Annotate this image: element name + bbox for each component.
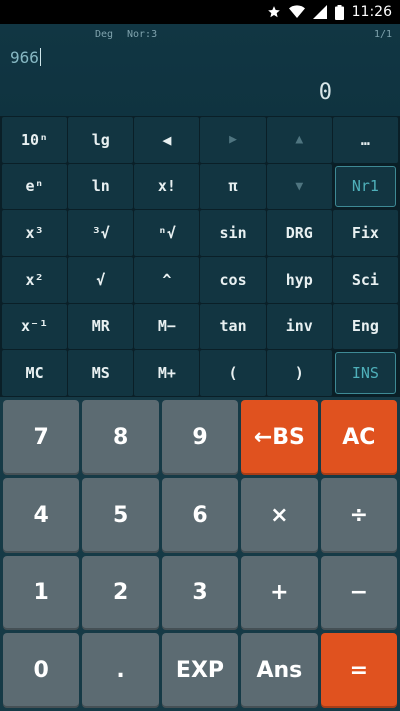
sin-button[interactable]: sin [200,210,266,256]
memory-clear-button[interactable]: MC [2,350,68,396]
nr1-button[interactable]: Nr1 [334,165,396,208]
cursor-right-button[interactable]: ▶ [200,117,266,163]
page-indicator: 1/1 [373,29,392,40]
battery-icon [334,4,344,20]
memory-minus-button[interactable]: M− [134,303,200,350]
cursor-left-button[interactable]: ◀ [134,117,200,163]
signal-icon [312,5,327,19]
memory-plus-button[interactable]: M+ [134,350,200,396]
drg-button[interactable]: DRG [266,210,332,256]
log10-button[interactable]: lg [68,117,134,163]
equals-button[interactable]: = [320,633,397,708]
angle-mode-indicator: Deg [95,29,114,40]
digit-3-button[interactable]: 3 [161,555,239,631]
digit-6-button[interactable]: 6 [161,477,239,553]
square-button[interactable]: x² [2,257,68,303]
exp-e-button[interactable]: eⁿ [2,163,68,210]
cursor-up-button[interactable]: ▲ [266,117,332,163]
format-mode-indicator: Nor:3 [127,29,158,40]
digit-7-button[interactable]: 7 [3,400,80,475]
close-paren-button[interactable]: ) [266,350,332,396]
tan-button[interactable]: tan [200,303,266,350]
sqrt-button[interactable]: √ [68,257,134,303]
digit-5-button[interactable]: 5 [82,477,159,553]
expression-text: 966 [10,48,39,67]
pow10-button[interactable]: 10ⁿ [2,117,68,163]
reciprocal-button[interactable]: x⁻¹ [2,303,68,350]
ln-button[interactable]: ln [68,163,134,210]
digit-4-button[interactable]: 4 [3,477,80,553]
status-bar: 11:26 [0,0,400,24]
memory-recall-button[interactable]: MR [68,303,134,350]
answer-button[interactable]: Ans [241,633,318,708]
expression-input[interactable]: 966 [10,48,41,67]
function-keypad: 10ⁿ lg ◀ ▶ ▲ … eⁿ ln x! π ▼ Nr1 x³ ³√ ⁿ√… [0,116,400,397]
minus-button[interactable]: − [320,555,397,631]
cube-button[interactable]: x³ [2,210,68,256]
more-button[interactable]: … [332,117,398,163]
digit-2-button[interactable]: 2 [82,555,159,631]
nth-root-button[interactable]: ⁿ√ [134,210,200,256]
wifi-icon [288,5,305,19]
divide-button[interactable]: ÷ [320,477,397,553]
plus-button[interactable]: + [241,555,318,631]
pi-button[interactable]: π [200,163,266,210]
multiply-button[interactable]: × [241,477,318,553]
text-cursor [39,48,41,66]
digit-0-button[interactable]: 0 [3,633,80,708]
all-clear-button[interactable]: AC [320,400,397,475]
star-icon [267,5,281,19]
power-button[interactable]: ^ [134,257,200,303]
factorial-button[interactable]: x! [134,163,200,210]
cube-root-button[interactable]: ³√ [68,210,134,256]
digit-8-button[interactable]: 8 [82,400,159,475]
clock: 11:26 [351,4,392,20]
exp-button[interactable]: EXP [161,633,239,708]
decimal-point-button[interactable]: . [82,633,159,708]
result-value: 0 [318,80,332,105]
digit-1-button[interactable]: 1 [3,555,80,631]
insert-mode-button[interactable]: INS [334,352,396,394]
sci-button[interactable]: Sci [332,257,398,303]
hyp-button[interactable]: hyp [266,257,332,303]
open-paren-button[interactable]: ( [200,350,266,396]
fix-button[interactable]: Fix [332,210,398,256]
eng-button[interactable]: Eng [332,303,398,350]
cursor-down-button[interactable]: ▼ [266,163,332,210]
cos-button[interactable]: cos [200,257,266,303]
digit-9-button[interactable]: 9 [161,400,239,475]
backspace-button[interactable]: ←BS [241,400,318,475]
calculator-display: Deg Nor:3 1/1 966 0 [0,24,400,116]
memory-store-button[interactable]: MS [68,350,134,396]
number-keypad: 7 8 9 ←BS AC 4 5 6 × ÷ 1 2 3 + − 0 . EXP… [0,397,400,711]
inv-button[interactable]: inv [266,303,332,350]
